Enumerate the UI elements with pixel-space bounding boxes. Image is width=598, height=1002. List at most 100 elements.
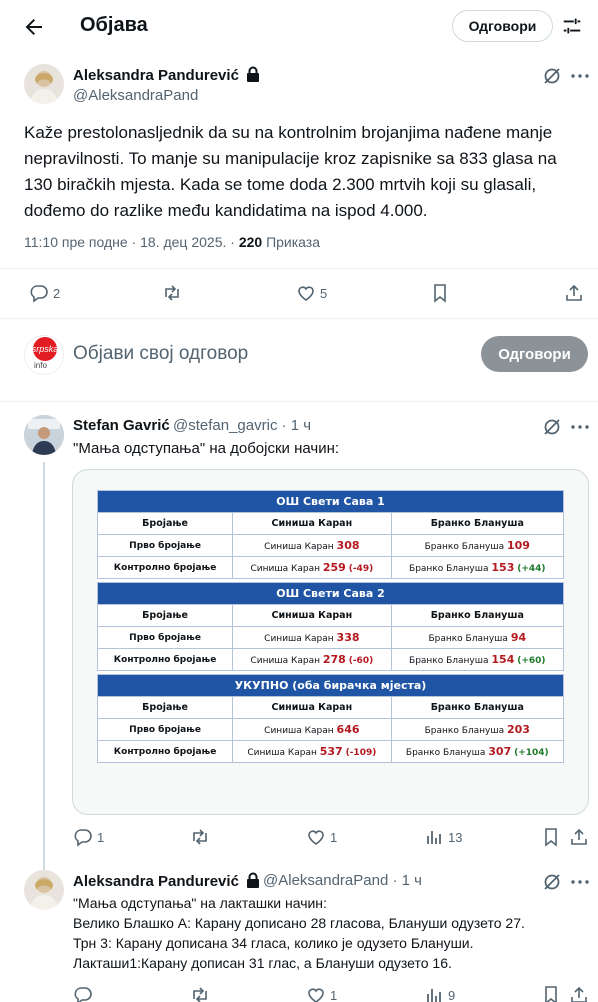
share-icon (571, 828, 587, 845)
repost-icon (193, 987, 207, 1002)
like-action[interactable]: 1 (306, 985, 337, 1002)
column-header: Бранко Блануша (390, 604, 565, 627)
table-title-row: ОШ Свети Сава 1 (97, 490, 564, 513)
row-label: Контролно бројање (96, 648, 234, 671)
table-header-row: Бројање Синиша Каран Бранко Блануша (96, 604, 565, 627)
post-meta: 11:10 пре подне · 18. дец 2025. · 220 Пр… (24, 234, 320, 250)
column-header: Бранко Блануша (390, 512, 565, 535)
divider (0, 318, 598, 319)
table-header-row: Бројање Синиша Каран Бранко Блануша (96, 696, 565, 719)
more-options-icon[interactable] (570, 66, 590, 86)
repost-action[interactable] (162, 283, 182, 303)
karan-cell: Синиша Каран 308 (232, 534, 392, 557)
reply-action[interactable]: 2 (29, 283, 60, 303)
views-action[interactable]: 9 (424, 985, 455, 1002)
share-action[interactable] (569, 985, 589, 1002)
avatar-photo-icon (30, 71, 58, 104)
candidate-name: Синиша Каран (250, 564, 320, 574)
vote-value: 94 (510, 631, 527, 644)
like-action[interactable]: 5 (296, 283, 327, 303)
row-label: Прво бројање (96, 534, 234, 557)
candidate-name: Бранко Блануша (424, 726, 505, 736)
back-arrow-icon[interactable] (22, 15, 46, 39)
vote-value: 153 (491, 561, 515, 574)
blanusa-cell: Бранко Блануша 109 (390, 534, 565, 557)
reply-header-button[interactable]: Одговори (452, 10, 553, 42)
table-title: ОШ Свети Сава 2 (97, 582, 564, 605)
compose-avatar[interactable]: srpska info (24, 335, 64, 375)
reply-author-name-text: Aleksandra Pandurević (73, 873, 239, 890)
table-row: Прво бројање Синиша Каран 338 Бранко Блан… (96, 626, 565, 649)
vote-diff: (-49) (348, 564, 374, 574)
like-action[interactable]: 1 (306, 827, 337, 847)
share-action[interactable] (569, 827, 589, 847)
column-header: Синиша Каран (232, 604, 392, 627)
karan-cell: Синиша Каран 259 (-49) (232, 556, 392, 579)
column-header: Синиша Каран (232, 512, 392, 535)
vote-value: 109 (506, 539, 530, 552)
views-count: 13 (448, 829, 463, 845)
table-row: Прво бројање Синиша Каран 308 Бранко Блан… (96, 534, 565, 557)
blanusa-cell: Бранко Блануша 307 (+104) (390, 740, 565, 763)
comment-icon (74, 987, 92, 1002)
vote-value: 537 (319, 745, 343, 758)
like-count: 1 (330, 829, 338, 845)
table-title: ОШ Свети Сава 1 (97, 490, 564, 513)
attached-image[interactable]: ОШ Свети Сава 1 Бројање Синиша Каран Бранко… (72, 469, 589, 815)
vote-diff: (-109) (345, 748, 377, 758)
vote-value: 278 (322, 653, 346, 666)
page-title: Објава (80, 14, 148, 36)
reply-text: "Мања одступања" на добојски начин: (73, 440, 340, 457)
reply-line: Трн 3: Карану дописана 34 гласа, колико … (73, 935, 474, 951)
reply-author-meta[interactable]: @stefan_gavric · 1 ч (173, 417, 311, 434)
share-action[interactable] (564, 283, 584, 303)
grok-icon[interactable] (542, 417, 562, 437)
reply-author-meta[interactable]: @AleksandraPand · 1 ч (263, 872, 422, 889)
bookmark-action[interactable] (541, 985, 561, 1002)
vote-value: 646 (336, 723, 360, 736)
row-label: Контролно бројање (96, 740, 234, 763)
views-action[interactable]: 13 (424, 827, 462, 847)
repost-action[interactable] (190, 827, 210, 847)
grok-icon[interactable] (542, 872, 562, 892)
compose-input[interactable]: Објави свој одговор (73, 343, 248, 365)
table-row: Контролно бројање Синиша Каран 537 (-109)… (96, 740, 565, 763)
analytics-icon (427, 831, 441, 844)
reply-author-name[interactable]: Aleksandra Pandurević (73, 872, 260, 890)
author-name[interactable]: Aleksandra Pandurević (73, 66, 260, 84)
reply-author-avatar[interactable] (24, 870, 64, 910)
bookmark-action[interactable] (430, 283, 450, 303)
vote-diff: (+44) (517, 564, 546, 574)
like-count: 5 (320, 285, 328, 301)
comment-icon (74, 829, 92, 847)
comment-icon (30, 285, 48, 303)
more-options-icon[interactable] (570, 417, 590, 437)
row-label: Контролно бројање (96, 556, 234, 579)
karan-cell: Синиша Каран 338 (232, 626, 392, 649)
table-row: Контролно бројање Синиша Каран 259 (-49) Б… (96, 556, 565, 579)
filter-sliders-icon[interactable] (561, 15, 583, 37)
vote-value: 259 (322, 561, 346, 574)
candidate-name: Синиша Каран (264, 634, 334, 644)
author-handle[interactable]: @AleksandraPand (73, 87, 198, 104)
candidate-name: Бранко Блануша (424, 542, 505, 552)
bookmark-action[interactable] (541, 827, 561, 847)
reply-author-name[interactable]: Stefan Gavrić (73, 417, 170, 434)
table-title-row: ОШ Свети Сава 2 (97, 582, 564, 605)
reply-line: "Мања одступања" на лакташки начин: (73, 895, 327, 911)
more-options-icon[interactable] (570, 872, 590, 892)
reply-author-avatar[interactable] (24, 415, 64, 455)
vote-count-image: ОШ Свети Сава 1 Бројање Синиша Каран Бранко… (96, 490, 565, 763)
post-time[interactable]: 11:10 пре подне · 18. дец 2025. · (24, 234, 239, 250)
post-text: Kaže prestolonasljednik da su na kontrol… (24, 123, 557, 220)
reply-line: Лакташи1:Карану дописан 31 глас, а Блану… (73, 955, 452, 971)
compose-reply-button[interactable]: Одговори (481, 336, 588, 372)
repost-icon (193, 829, 207, 845)
reply-action[interactable]: 1 (73, 827, 104, 847)
author-avatar[interactable] (24, 64, 64, 104)
grok-icon[interactable] (542, 66, 562, 86)
vote-diff: (-60) (348, 656, 374, 666)
vote-value: 307 (488, 745, 512, 758)
repost-action[interactable] (190, 985, 210, 1002)
reply-action[interactable] (73, 985, 93, 1002)
